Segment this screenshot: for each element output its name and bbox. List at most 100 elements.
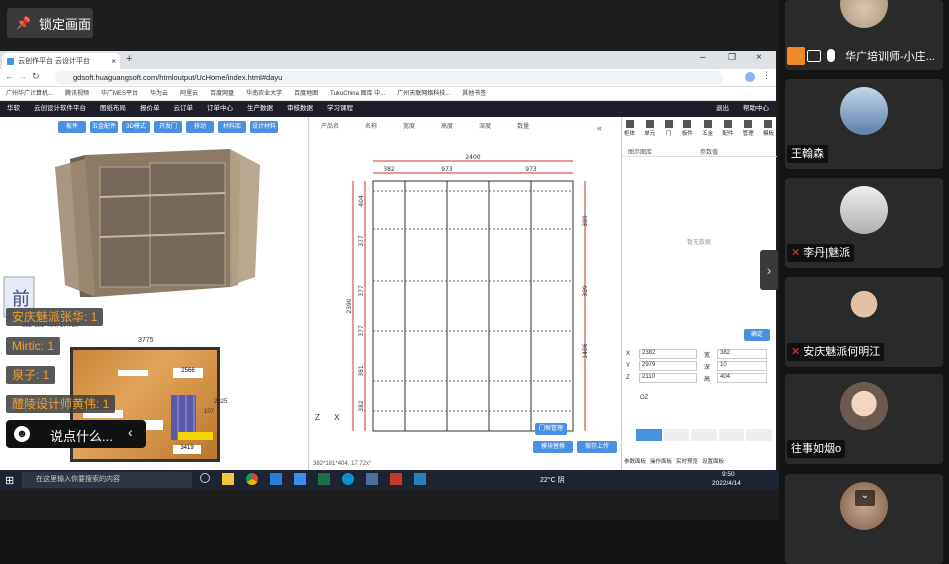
bookmark-item[interactable]: 华广MES平台 [101, 91, 138, 97]
participant-card[interactable]: ✕ 李丹|魅派 [785, 178, 943, 268]
chevron-left-icon[interactable]: ‹ [128, 424, 133, 440]
emoji-icon[interactable]: ☻ [14, 426, 30, 442]
participant-name-text: 安庆魅派何明江 [803, 346, 881, 358]
front-label: 前 [12, 289, 30, 310]
z-axis-label: Z [315, 413, 320, 422]
chrome-icon[interactable] [246, 473, 258, 485]
size-value-input[interactable]: 10 [717, 361, 767, 371]
close-window-icon[interactable]: × [756, 52, 762, 63]
panel-bottom-tab[interactable]: 实时预览 [676, 457, 698, 469]
participant-card[interactable]: 王翰森 [785, 79, 943, 169]
forward-icon[interactable]: → [18, 71, 27, 81]
back-icon[interactable]: ← [5, 71, 14, 81]
toolbar-button[interactable]: 开发门 [154, 121, 182, 133]
close-tab-icon[interactable]: × [111, 57, 116, 66]
windows-start-icon[interactable]: ⊞ [5, 474, 14, 487]
app-nav-item[interactable]: 帮助中心 [743, 101, 769, 117]
app-icon[interactable] [414, 473, 426, 485]
collapse-panel-handle[interactable]: › [760, 250, 778, 290]
panel-tool-button[interactable]: 五金 [702, 120, 713, 138]
url-field[interactable]: gdsoft.huaguangsoft.com/htmloutput/UcHom… [55, 71, 723, 85]
collapse-icon[interactable]: « [597, 123, 602, 133]
app-icon[interactable] [390, 473, 402, 485]
chevron-down-icon[interactable]: ⌄ [855, 490, 875, 506]
coord-value-input[interactable]: 2382 [639, 349, 697, 359]
coord-value-input[interactable]: 2110 [639, 373, 697, 383]
address-bar: ← → ↻ gdsoft.huaguangsoft.com/htmloutput… [0, 69, 776, 87]
excel-icon[interactable] [318, 473, 330, 485]
app-nav-item[interactable]: 云订单 [174, 105, 194, 112]
apply-button[interactable]: 确定 [744, 329, 770, 341]
module-replace-button[interactable]: 模块替换 [533, 441, 573, 453]
toolbar-button[interactable]: 材料库 [218, 121, 246, 133]
panel-tool-button[interactable]: 管理 [743, 120, 754, 138]
size-value-input[interactable]: 404 [717, 373, 767, 383]
chat-message: 醴陵设计师黄伟: 1 [6, 395, 116, 413]
bookmark-item[interactable]: TukuChina 图库 中... [330, 91, 385, 97]
panel-tool-button[interactable]: 门 [664, 120, 673, 138]
file-explorer-icon[interactable] [222, 473, 234, 485]
tab-parameters[interactable]: 参数值 [700, 147, 718, 156]
bookmark-item[interactable]: 腾讯视频 [65, 91, 89, 97]
app-nav-item[interactable]: 生产数据 [247, 105, 273, 112]
panel-tool-button[interactable]: 单元 [644, 120, 655, 138]
toolbar-button[interactable]: 设计材料 [250, 121, 278, 133]
participant-card[interactable]: 往事如烟o [785, 374, 943, 464]
bookmark-item[interactable]: 广州天联网络科技... [397, 91, 450, 97]
chat-input-bar[interactable]: ☻ 说点什么... ‹ [6, 420, 146, 448]
panel-tool-button[interactable]: 柜体 [624, 120, 635, 138]
bookmark-item[interactable]: 阿里云 [180, 91, 198, 97]
panel-tool-button[interactable]: 模板 [763, 120, 774, 138]
participant-card[interactable]: 华广培训师-小庄... [785, 0, 943, 70]
app-nav-item[interactable]: 订单中心 [207, 105, 233, 112]
toolbar-button[interactable]: 板件 [58, 121, 86, 133]
maximize-icon[interactable]: ❐ [728, 52, 736, 63]
app-nav-item[interactable]: 学习课程 [327, 105, 353, 112]
bookmark-item[interactable]: 百度地图 [294, 91, 318, 97]
panel-tool-button[interactable]: 板件 [682, 120, 693, 138]
edge-icon[interactable] [342, 473, 354, 485]
app-nav-item[interactable]: 报价单 [140, 105, 160, 112]
panel-bottom-tab[interactable]: 参数面板 [624, 457, 646, 469]
participant-card[interactable]: ⌄ [785, 474, 943, 564]
save-upload-button[interactable]: 保存上传 [577, 441, 617, 453]
bookmark-item[interactable]: 百度网盘 [210, 91, 234, 97]
door-frame-button[interactable]: 门框管理 [535, 423, 567, 435]
toolbar-button[interactable]: 3D模式 [122, 121, 150, 133]
minimize-icon[interactable]: – [700, 52, 706, 63]
task-view-icon[interactable] [200, 473, 210, 483]
participant-name-text: 李丹|魅派 [803, 247, 851, 259]
bookmark-item[interactable]: 广州华广计算机... [6, 91, 53, 97]
app-icon[interactable] [366, 473, 378, 485]
view-3d[interactable]: 前 [0, 137, 308, 319]
taskbar-search[interactable]: 在这里输入你要搜索的内容 [22, 472, 192, 488]
avatar [840, 382, 888, 430]
size-value-input[interactable]: 382 [717, 349, 767, 359]
bookmark-item[interactable]: 其他书签 [462, 91, 486, 97]
app-nav-item[interactable]: 图纸布局 [100, 105, 126, 112]
panel-bottom-tab[interactable]: 操作面板 [650, 457, 672, 469]
drawing-view[interactable]: 产品名 名称 宽度 高度 深度 数量 « 2400 382 973 973 2390 404 377 3… [308, 117, 621, 470]
browser-tab[interactable]: 云创作平台 云设计平台 × [2, 53, 120, 69]
toolbar-button[interactable]: 移动 [186, 121, 214, 133]
dim-right: 389 [582, 285, 589, 297]
participant-card[interactable]: ✕ 安庆魅派何明江 [785, 277, 943, 367]
tab-image-library[interactable]: 图示图库 [628, 147, 652, 156]
bookmark-item[interactable]: 华为云 [150, 91, 168, 97]
bookmark-item[interactable]: 华南农业大学 [246, 91, 282, 97]
panel-tool-button[interactable]: 配件 [722, 120, 733, 138]
menu-icon[interactable]: ⋮ [762, 70, 771, 81]
app-nav-item[interactable]: 审核数据 [287, 105, 313, 112]
app-nav-item[interactable]: 退出 [716, 101, 729, 117]
app-icon[interactable] [294, 473, 306, 485]
app-nav-item[interactable]: 云创设计软件平台 [34, 105, 86, 112]
new-tab-icon[interactable]: + [126, 53, 132, 65]
app-nav-item[interactable]: 华软 [7, 105, 20, 112]
panel-bottom-tab[interactable]: 设置面板 [702, 457, 724, 469]
coord-value-input[interactable]: 2979 [639, 361, 697, 371]
profile-icon[interactable] [745, 72, 755, 82]
app-icon[interactable] [270, 473, 282, 485]
toolbar-button[interactable]: 五金配件 [90, 121, 118, 133]
lock-screen-button[interactable]: 📌 锁定画面 [7, 8, 93, 38]
reload-icon[interactable]: ↻ [32, 71, 40, 82]
